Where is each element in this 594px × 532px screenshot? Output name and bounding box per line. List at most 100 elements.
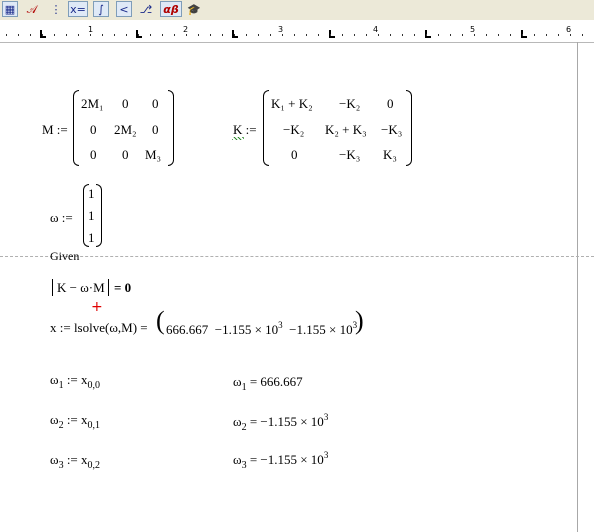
ruler-number: 6 [566, 25, 572, 34]
ruler-tick [270, 34, 271, 36]
subscript: 2 [58, 420, 64, 431]
ruler-number: 2 [183, 25, 189, 34]
left-paren [73, 90, 79, 166]
ruler-tick [474, 34, 475, 36]
ruler-tick [306, 34, 307, 36]
m-matrix[interactable]: 2M₁ 0 0 0 2M₂ 0 0 0 M₃ [73, 90, 174, 166]
assign-operator: := [66, 372, 78, 387]
ruler-tick [546, 34, 547, 36]
ruler-tick [294, 34, 295, 36]
right-paren [168, 90, 174, 166]
right-margin-line [577, 42, 578, 532]
matrix-cell: 0 [122, 96, 129, 111]
tab-stop-marker[interactable] [40, 30, 46, 38]
ruler-tick [570, 34, 571, 36]
subscript: 3 [241, 460, 247, 471]
constraint-expression[interactable]: K − ω·M [57, 280, 105, 296]
ruler-tick [462, 34, 463, 36]
redefinition-warning-underline [232, 137, 244, 140]
subscript: 3 [58, 460, 64, 471]
matrix-cell: −K₃ [339, 147, 361, 162]
matrix-cell: K₂ + K₃ [325, 122, 367, 137]
assign-operator: := [66, 452, 78, 467]
tab-stop-marker[interactable] [136, 30, 142, 38]
greek-toolbar-icon[interactable]: αβ [160, 1, 182, 17]
vector-cell: 1 [88, 186, 95, 201]
omega1-evaluation[interactable]: ω1 = 666.667 [233, 372, 303, 393]
matrix-cell: M₃ [145, 147, 162, 162]
given-keyword[interactable]: Given [50, 249, 79, 264]
matrix-cell: 2M₁ [81, 96, 104, 111]
k-variable: K [233, 122, 243, 137]
omega-symbol: ω [50, 412, 59, 427]
vector-cell: 1 [88, 230, 95, 245]
abs-right-bar [108, 279, 109, 296]
ruler-tick [450, 34, 451, 36]
matrix-cell: 0 [90, 147, 97, 162]
k-definition-label[interactable]: K := [233, 122, 257, 138]
omega-symbol: ω [233, 414, 242, 429]
symbolic-toolbar-icon[interactable]: 🎓 [186, 1, 202, 17]
omega3-definition[interactable]: ω3 := x0,2 [50, 452, 100, 471]
ruler-tick [114, 34, 115, 36]
matrix-cell: 0 [387, 96, 394, 111]
programming-toolbar-icon[interactable]: ⎇ [138, 1, 154, 17]
abs-left-bar [52, 279, 53, 296]
evaluated-value: = 666.667 [249, 374, 303, 389]
omega2-definition[interactable]: ω2 := x0,1 [50, 412, 100, 431]
ruler-tick [258, 34, 259, 36]
matrix-cell: 0 [122, 147, 129, 162]
exponent: 3 [323, 450, 329, 460]
vector-cell: 1 [88, 208, 95, 223]
evaluated-value: = −1.155 × 10 [249, 452, 324, 467]
matrix-cell: K₁ + K₂ [271, 96, 313, 111]
calculus-toolbar-icon[interactable]: ∫ [93, 1, 109, 17]
boolean-toolbar-icon[interactable]: < [116, 1, 132, 17]
ruler-tick [126, 34, 127, 36]
ruler-tick [78, 34, 79, 36]
assign-operator: := [245, 122, 257, 137]
omega3-evaluation[interactable]: ω3 = −1.155 × 103 [233, 450, 328, 471]
lsolve-result-row: 666.667 −1.155 × 103 −1.155 × 103 [166, 320, 357, 338]
matrix-cell: 0 [152, 122, 159, 137]
ruler-tick [510, 34, 511, 36]
left-paren [263, 90, 269, 166]
ruler-tick [66, 34, 67, 36]
ruler-tick [366, 34, 367, 36]
index-subscript: 0,0 [87, 380, 101, 391]
omega-definition-label[interactable]: ω := [50, 210, 73, 226]
ruler-tick [210, 34, 211, 36]
page-break-line [0, 256, 594, 257]
ruler-tick [438, 34, 439, 36]
evaluated-value: = −1.155 × 10 [249, 414, 324, 429]
insertion-cursor[interactable]: + [91, 299, 103, 315]
subscript: 1 [58, 380, 64, 391]
result-value-1: 666.667 [166, 322, 209, 337]
matrix-toolbar-icon[interactable]: ⋮ [48, 1, 64, 17]
m-definition-label[interactable]: M := [42, 122, 68, 138]
omega2-evaluation[interactable]: ω2 = −1.155 × 103 [233, 412, 328, 433]
ruler-tick [90, 34, 91, 36]
ruler-tick [522, 34, 523, 36]
subscript: 2 [241, 422, 247, 433]
bold-equals: = 0 [114, 280, 132, 295]
ruler-tick [222, 34, 223, 36]
matrix-cell: 0 [152, 96, 159, 111]
ruler-number: 4 [373, 25, 379, 34]
result-value-3: −1.155 × 10 [289, 322, 353, 337]
subscript: 1 [241, 382, 247, 393]
ruler-tick [102, 34, 103, 36]
lsolve-expression[interactable]: x := lsolve(ω,M) = [50, 320, 148, 336]
calculator-icon[interactable]: ▦ [2, 1, 18, 17]
result-close-paren: ) [355, 306, 364, 335]
k-matrix[interactable]: K₁ + K₂ −K₂ 0 −K₂ K₂ + K₃ −K₃ 0 −K₃ K₃ [263, 90, 412, 166]
index-subscript: 0,2 [87, 460, 101, 471]
evaluation-toolbar-icon[interactable]: x= [68, 1, 88, 17]
ruler-tick [330, 34, 331, 36]
tab-stop-marker[interactable] [232, 30, 238, 38]
ruler-tick [558, 34, 559, 36]
omega1-definition[interactable]: ω1 := x0,0 [50, 372, 100, 391]
graph-toolbar-icon[interactable]: 𝒜 [24, 1, 40, 17]
omega-vector[interactable]: 1 1 1 [83, 184, 102, 247]
ruler-tick [354, 34, 355, 36]
